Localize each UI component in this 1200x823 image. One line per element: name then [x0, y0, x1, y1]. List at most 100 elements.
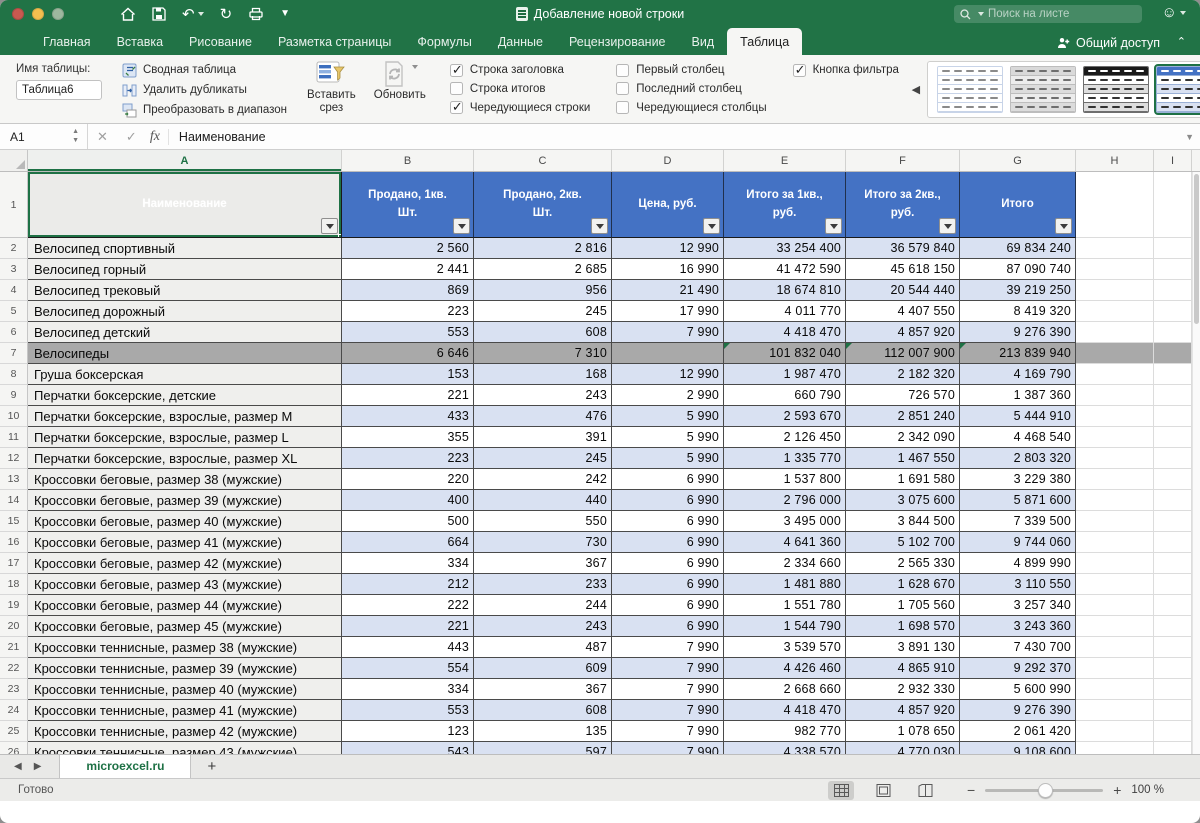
sheet-search-input[interactable]: Поиск на листе — [954, 5, 1142, 23]
formula-bar-value[interactable]: Наименование — [169, 130, 266, 144]
cell-name[interactable]: Кроссовки беговые, размер 45 (мужские) — [28, 616, 342, 637]
cell-value[interactable]: 550 — [474, 511, 612, 532]
cell-value[interactable]: 243 — [474, 616, 612, 637]
cell-value[interactable]: 12 990 — [612, 364, 724, 385]
cell-value[interactable]: 3 844 500 — [846, 511, 960, 532]
cell-value[interactable]: 597 — [474, 742, 612, 754]
empty-cell[interactable] — [1154, 574, 1192, 595]
cell-value[interactable] — [612, 343, 724, 364]
cell-value[interactable]: 4 426 460 — [724, 658, 846, 679]
table-style-dark[interactable] — [1083, 66, 1149, 113]
cell-value[interactable]: 168 — [474, 364, 612, 385]
row-number[interactable]: 26 — [0, 742, 28, 754]
cell-name[interactable]: Кроссовки беговые, размер 44 (мужские) — [28, 595, 342, 616]
cell-value[interactable]: 3 075 600 — [846, 490, 960, 511]
cell-value[interactable]: 245 — [474, 301, 612, 322]
style-option-Кнопка фильтра[interactable]: Кнопка фильтра — [793, 64, 899, 77]
cell-value[interactable]: 2 990 — [612, 385, 724, 406]
cell-value[interactable]: 2 803 320 — [960, 448, 1076, 469]
checkbox-unchecked-icon[interactable] — [616, 64, 629, 77]
cell-value[interactable]: 2 851 240 — [846, 406, 960, 427]
cell-value[interactable]: 609 — [474, 658, 612, 679]
cell-value[interactable]: 123 — [342, 721, 474, 742]
cell-value[interactable]: 9 744 060 — [960, 532, 1076, 553]
home-icon[interactable] — [120, 7, 136, 22]
cell-value[interactable]: 112 007 900 — [846, 343, 960, 364]
table-style-blue[interactable] — [1156, 66, 1200, 113]
empty-cell[interactable] — [1154, 490, 1192, 511]
tab-Вид[interactable]: Вид — [679, 28, 728, 55]
cell-value[interactable]: 5 990 — [612, 427, 724, 448]
filter-dropdown-button[interactable] — [939, 218, 956, 234]
cell-value[interactable]: 221 — [342, 385, 474, 406]
table-style-gray[interactable] — [1010, 66, 1076, 113]
empty-cell[interactable] — [1076, 364, 1154, 385]
tab-Данные[interactable]: Данные — [485, 28, 556, 55]
cell-value[interactable]: 400 — [342, 490, 474, 511]
cell-value[interactable]: 2 126 450 — [724, 427, 846, 448]
cell-value[interactable]: 2 816 — [474, 238, 612, 259]
cell-value[interactable]: 6 990 — [612, 511, 724, 532]
cell-value[interactable]: 3 110 550 — [960, 574, 1076, 595]
cell-name[interactable]: Велосипед трековый — [28, 280, 342, 301]
cell-value[interactable]: 1 698 570 — [846, 616, 960, 637]
cell-value[interactable]: 4 418 470 — [724, 322, 846, 343]
page-break-view-button[interactable] — [912, 781, 938, 800]
empty-cell[interactable] — [1076, 280, 1154, 301]
cell-value[interactable]: 7 310 — [474, 343, 612, 364]
row-number[interactable]: 10 — [0, 406, 28, 427]
cell-value[interactable]: 243 — [474, 385, 612, 406]
cell-value[interactable]: 8 419 320 — [960, 301, 1076, 322]
row-number[interactable]: 6 — [0, 322, 28, 343]
checkbox-checked-icon[interactable] — [450, 64, 463, 77]
row-number[interactable]: 3 — [0, 259, 28, 280]
cell-value[interactable]: 334 — [342, 553, 474, 574]
cell-value[interactable]: 608 — [474, 700, 612, 721]
cell-value[interactable]: 7 990 — [612, 658, 724, 679]
select-all-corner[interactable] — [0, 150, 28, 171]
cell-value[interactable]: 5 600 990 — [960, 679, 1076, 700]
cell-value[interactable]: 2 441 — [342, 259, 474, 280]
cell-value[interactable]: 6 646 — [342, 343, 474, 364]
empty-cell[interactable] — [1076, 490, 1154, 511]
empty-cell[interactable] — [1154, 637, 1192, 658]
cell-value[interactable]: 39 219 250 — [960, 280, 1076, 301]
row-number[interactable]: 18 — [0, 574, 28, 595]
cell-value[interactable]: 1 691 580 — [846, 469, 960, 490]
cell-value[interactable]: 334 — [342, 679, 474, 700]
empty-cell[interactable] — [1076, 616, 1154, 637]
cell-name[interactable]: Перчатки боксерские, взрослые, размер M — [28, 406, 342, 427]
cell-value[interactable]: 553 — [342, 700, 474, 721]
column-header-H[interactable]: H — [1076, 150, 1154, 171]
header-cell[interactable]: Продано, 1кв. Шт. — [342, 172, 474, 238]
cell-value[interactable]: 6 990 — [612, 490, 724, 511]
cell-value[interactable]: 33 254 400 — [724, 238, 846, 259]
tab-Таблица[interactable]: Таблица — [727, 28, 802, 55]
cell-value[interactable]: 3 257 340 — [960, 595, 1076, 616]
cell-value[interactable]: 221 — [342, 616, 474, 637]
empty-cell[interactable] — [1154, 700, 1192, 721]
empty-cell[interactable] — [1076, 406, 1154, 427]
empty-cell[interactable] — [1076, 469, 1154, 490]
checkbox-checked-icon[interactable] — [793, 64, 806, 77]
empty-cell[interactable] — [1076, 322, 1154, 343]
empty-cell[interactable] — [1076, 679, 1154, 700]
pivot-table-button[interactable]: Сводная таблица — [122, 61, 287, 79]
share-button[interactable]: Общий доступ — [1057, 36, 1160, 50]
cell-value[interactable]: 41 472 590 — [724, 259, 846, 280]
tab-Рисование[interactable]: Рисование — [176, 28, 265, 55]
cell-value[interactable]: 1 544 790 — [724, 616, 846, 637]
selected-cell-A1[interactable]: Наименование — [28, 172, 342, 238]
row-number[interactable]: 4 — [0, 280, 28, 301]
cell-value[interactable]: 6 990 — [612, 469, 724, 490]
cell-value[interactable]: 4 857 920 — [846, 700, 960, 721]
cell-value[interactable]: 543 — [342, 742, 474, 754]
cell-value[interactable]: 9 108 600 — [960, 742, 1076, 754]
cell-value[interactable]: 6 990 — [612, 532, 724, 553]
tab-Разметка страницы[interactable]: Разметка страницы — [265, 28, 404, 55]
cell-value[interactable]: 1 628 670 — [846, 574, 960, 595]
empty-cell[interactable] — [1154, 238, 1192, 259]
zoom-in-button[interactable]: + — [1113, 782, 1121, 798]
gallery-left-arrow[interactable]: ◀ — [911, 83, 921, 96]
cell-name[interactable]: Перчатки боксерские, взрослые, размер XL — [28, 448, 342, 469]
